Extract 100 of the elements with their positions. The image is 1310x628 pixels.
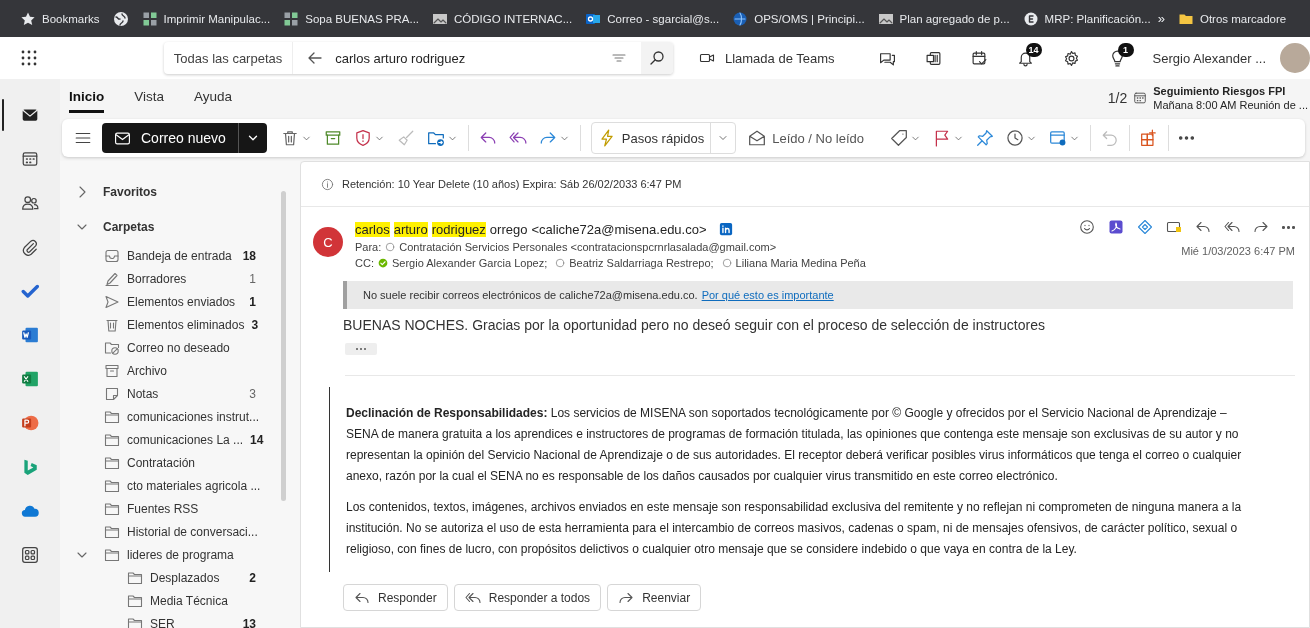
- checkmark-icon: [21, 282, 39, 300]
- tag-icon: [890, 129, 908, 147]
- folder-item[interactable]: Historial de conversaci...: [60, 520, 300, 543]
- pencil-icon: [104, 270, 120, 287]
- section-header[interactable]: Carpetas: [103, 219, 155, 234]
- teams-call-button[interactable]: Llamada de Teams: [698, 50, 835, 66]
- reminder-title[interactable]: Seguimiento Riesgos FPI: [1153, 85, 1308, 97]
- blocked-folder-icon: [104, 339, 120, 356]
- folder-item[interactable]: comunicaciones La ... 14: [60, 428, 300, 451]
- message-body: BUENAS NOCHES. Gracias por la oportunidad pero no deseó seguir con el proceso de selección de instructores: [343, 317, 1046, 333]
- envelope-icon[interactable]: [1166, 219, 1182, 235]
- open-envelope-icon: [748, 129, 767, 147]
- letter-e-icon: [1022, 10, 1039, 27]
- reply-all-icon[interactable]: [1224, 219, 1240, 235]
- back-arrow-icon[interactable]: [307, 50, 324, 66]
- folder-item[interactable]: comunicaciones instrut...: [60, 405, 300, 428]
- bookmark-link[interactable]: Imprimir Manipulac...: [141, 10, 271, 27]
- folder-item[interactable]: Bandeja de entrada 18: [60, 244, 300, 267]
- folder-arrow-icon: [426, 129, 445, 147]
- show-more-button[interactable]: [345, 343, 377, 355]
- forward-button[interactable]: Reenviar: [607, 584, 702, 611]
- bookmark-link[interactable]: Bookmarks: [20, 10, 100, 27]
- more-bookmarks-button[interactable]: »: [1157, 11, 1165, 26]
- powerpoint-icon: [21, 414, 39, 432]
- calendar-gear-icon: [1049, 129, 1067, 147]
- globe-icon: [732, 10, 749, 27]
- notice-link[interactable]: Por qué esto es importante: [701, 289, 834, 301]
- broom-icon: [396, 129, 415, 147]
- folder-item[interactable]: Elementos enviados 1: [60, 290, 300, 313]
- info-icon: [321, 177, 334, 191]
- folder-item[interactable]: lideres de programa: [60, 543, 300, 566]
- section-header[interactable]: Favoritos: [103, 184, 157, 199]
- smiley-icon[interactable]: [1079, 219, 1095, 235]
- bing-icon: [21, 458, 39, 476]
- reply-icon[interactable]: [1195, 219, 1211, 235]
- folder-item[interactable]: Archivo: [60, 359, 300, 382]
- bookmark-link[interactable]: Correo - sgarcial@s...: [585, 10, 720, 27]
- folder-item[interactable]: Correo no deseado: [60, 336, 300, 359]
- recipient[interactable]: Sergio Alexander Garcia Lopez;: [391, 257, 548, 269]
- folder-item[interactable]: cto materiales agricola ...: [60, 474, 300, 497]
- cc-label: CC:: [355, 257, 374, 269]
- pdf-icon[interactable]: [1108, 219, 1124, 235]
- sender-name[interactable]: carlos: [355, 221, 390, 237]
- sender-name[interactable]: orrego: [489, 221, 528, 237]
- folder-icon: [127, 592, 143, 609]
- ribbon-tab[interactable]: Inicio: [69, 83, 105, 113]
- sender-email: <caliche72a@misena.edu.co>: [531, 221, 707, 237]
- trash-icon: [280, 129, 299, 147]
- forward-icon[interactable]: [1253, 219, 1269, 235]
- notice-text: No suele recibir correos electrónicos de caliche72a@misena.edu.co.: [363, 289, 698, 301]
- more-icon[interactable]: [1282, 225, 1295, 229]
- globe-icon[interactable]: [112, 10, 129, 27]
- reply-button[interactable]: Responder: [343, 584, 448, 611]
- recipient[interactable]: Contratación Servicios Personales <contratacionspcrnrlasalada@gmail.com>: [399, 241, 777, 253]
- search-field[interactable]: Todas las carpetas carlos arturo rodriguez: [163, 42, 673, 74]
- bookmark-link[interactable]: MRP: Planificación...: [1022, 10, 1151, 27]
- folder-item[interactable]: Fuentes RSS: [60, 497, 300, 520]
- gear-icon[interactable]: [1063, 49, 1081, 67]
- folder-item[interactable]: Contratación: [60, 451, 300, 474]
- read-unread-button[interactable]: Leído / No leído: [742, 123, 870, 153]
- linkedin-icon[interactable]: [718, 222, 733, 236]
- grid-icon: [283, 10, 300, 27]
- folder-icon: [127, 569, 143, 586]
- ribbon-tab[interactable]: Ayuda: [194, 83, 233, 113]
- sender-name[interactable]: rodriguez: [431, 221, 486, 237]
- diamond-icon[interactable]: [1137, 219, 1153, 235]
- message-date: Mié 1/03/2023 6:47 PM: [1181, 245, 1295, 257]
- flag-icon: [933, 129, 951, 147]
- search-button[interactable]: [640, 42, 673, 74]
- recipient[interactable]: Liliana Maria Medina Peña: [735, 257, 866, 269]
- folder-icon: [104, 477, 120, 494]
- ribbon-tab[interactable]: Vista: [134, 83, 165, 113]
- folder-item[interactable]: Notas 3: [60, 382, 300, 405]
- office-icon[interactable]: [925, 49, 943, 67]
- bookmark-link[interactable]: Plan agregado de p...: [877, 10, 1010, 27]
- folder-item[interactable]: Desplazados 2: [60, 566, 300, 589]
- unknown-status-icon: [385, 242, 396, 252]
- to-label: Para:: [355, 241, 382, 253]
- folder-icon: [104, 500, 120, 517]
- reply-all-button[interactable]: Responder a todos: [453, 584, 602, 611]
- grid-icon: [141, 10, 158, 27]
- folder-item[interactable]: SER 13: [60, 612, 300, 628]
- shield-icon: [353, 129, 372, 147]
- folder-item[interactable]: Elementos eliminados 3: [60, 313, 300, 336]
- apps-add-icon: [1140, 129, 1158, 147]
- bookmark-folder[interactable]: Otros marcadore: [1177, 10, 1287, 27]
- folder-icon: [127, 615, 143, 628]
- calendar-check-icon[interactable]: [971, 49, 989, 67]
- folder-icon: [104, 546, 120, 563]
- sender-name[interactable]: arturo: [393, 221, 428, 237]
- folder-item[interactable]: Media Técnica: [60, 589, 300, 612]
- bookmark-link[interactable]: CÓDIGO INTERNAC...: [432, 10, 573, 27]
- app-launcher-icon[interactable]: [20, 50, 37, 66]
- bookmark-link[interactable]: Sopa BUENAS PRA...: [283, 10, 420, 27]
- folder-item[interactable]: Borradores 1: [60, 267, 300, 290]
- user-name[interactable]: Sergio Alexander ...: [1152, 50, 1266, 66]
- recipient[interactable]: Beatriz Saldarriaga Restrepo;: [569, 257, 714, 269]
- scrollbar[interactable]: [281, 191, 286, 501]
- excel-icon: [21, 370, 39, 388]
- bookmark-link[interactable]: OPS/OMS | Principi...: [732, 10, 865, 27]
